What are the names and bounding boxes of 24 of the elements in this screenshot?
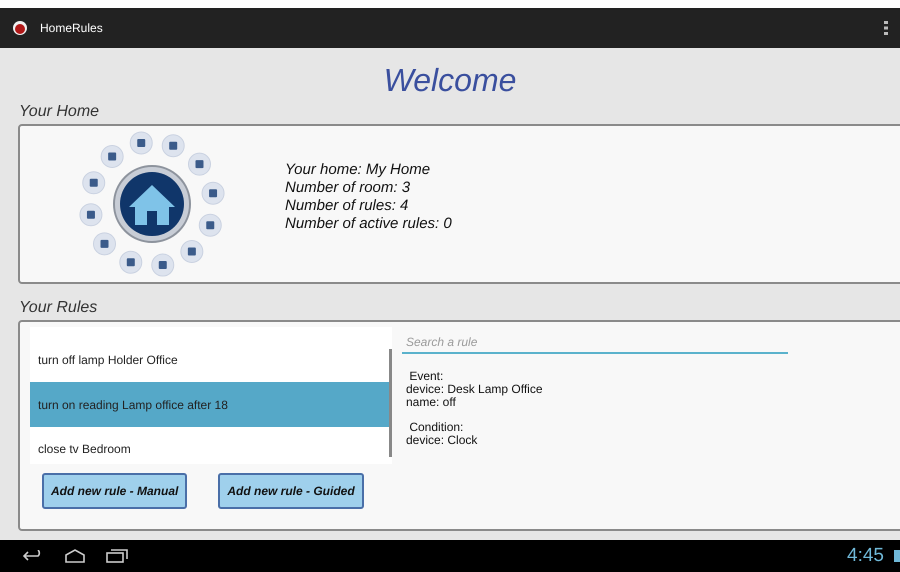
welcome-heading: Welcome — [384, 61, 516, 100]
overflow-menu-icon[interactable] — [884, 21, 888, 35]
scrollbar[interactable] — [389, 349, 392, 457]
rule-list-item[interactable]: turn on reading Lamp office after 18 — [30, 382, 392, 427]
home-info-line: Your home: My Home — [285, 161, 432, 179]
clock-time: 4:45 — [847, 544, 884, 568]
rule-detail-line: Event: — [408, 370, 444, 383]
rule-detail-line: device: Desk Lamp Office — [406, 383, 544, 396]
search-field[interactable]: Search a rule — [402, 332, 788, 354]
section-heading: Your Home — [19, 102, 100, 122]
rule-detail-line: device: Clock — [406, 434, 478, 447]
recent-apps-icon[interactable] — [106, 549, 128, 563]
app-logo-icon — [12, 20, 28, 36]
add-rule-button[interactable]: Add new rule - Manual — [42, 473, 188, 509]
home-info-line: Number of room: 3 — [285, 179, 412, 197]
rule-detail-line: Condition: — [408, 421, 464, 434]
section-heading: Your Rules — [19, 298, 98, 318]
app-title: HomeRules — [40, 20, 103, 37]
status-icon — [894, 550, 900, 562]
add-rule-button[interactable]: Add new rule - Guided — [218, 473, 364, 509]
home-info-line: Number of rules: 4 — [285, 197, 410, 215]
rule-detail-line: name: off — [406, 396, 457, 409]
home-icon[interactable] — [64, 549, 86, 563]
home-info-line: Number of active rules: 0 — [285, 215, 452, 233]
